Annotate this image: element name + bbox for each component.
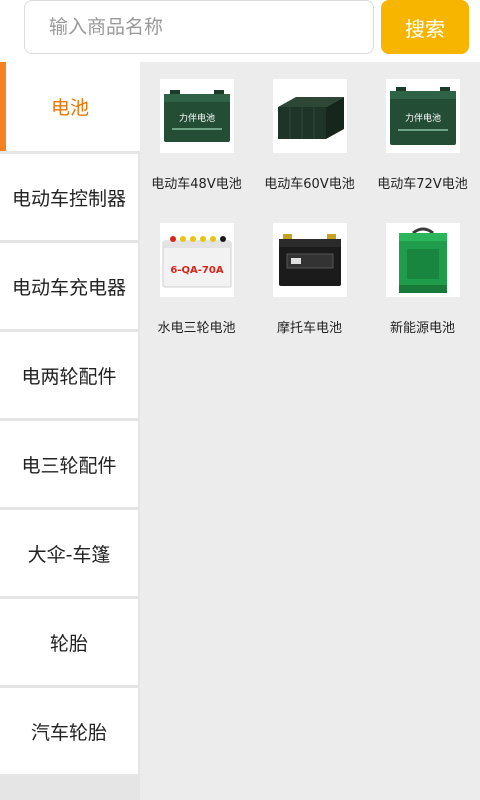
product-thumbnail: 力伴电池 (385, 79, 460, 153)
product-card[interactable]: 力伴电池 电动车48V电池 (140, 79, 253, 205)
active-indicator (0, 62, 6, 151)
search-button[interactable]: 搜索 (381, 0, 469, 54)
product-thumbnail (385, 223, 460, 297)
sidebar-item-label: 电动车充电器 (11, 276, 126, 299)
green-battery-icon: 力伴电池 (163, 90, 230, 142)
sidebar-item-charger[interactable]: 电动车充电器 (0, 243, 138, 329)
sidebar-item-label: 电两轮配件 (21, 365, 117, 388)
motorcycle-battery-icon (278, 234, 341, 286)
product-thumbnail: 6-QA-70A (159, 223, 234, 297)
sidebar-item-label: 电动车控制器 (11, 187, 126, 210)
battery-badge: 力伴电池 (404, 112, 440, 124)
sidebar-item-label: 大伞-车篷 (27, 543, 111, 566)
product-thumbnail (272, 79, 347, 153)
product-name: 新能源电池 (389, 321, 455, 336)
sidebar-item-label: 轮胎 (49, 632, 88, 655)
sidebar-item-controller[interactable]: 电动车控制器 (0, 154, 138, 240)
sidebar-item-label: 电池 (50, 97, 89, 119)
sidebar-item-label: 电三轮配件 (21, 454, 117, 477)
product-name: 电动车48V电池 (151, 177, 242, 192)
product-card[interactable]: 6-QA-70A 水电三轮电池 (140, 223, 253, 349)
product-thumbnail (272, 223, 347, 297)
sidebar-item-battery[interactable]: 电池 (0, 62, 140, 151)
sidebar-item-canopy[interactable]: 大伞-车篷 (0, 510, 138, 596)
green-box-battery-icon (398, 227, 447, 293)
sidebar-item-car-tires[interactable]: 汽车轮胎 (0, 688, 138, 774)
category-sidebar: 电池 电动车控制器 电动车充电器 电两轮配件 电三轮配件 大伞-车篷 轮胎 汽车… (0, 62, 140, 800)
white-battery-icon: 6-QA-70A (162, 236, 231, 288)
product-card[interactable]: 摩托车电池 (253, 223, 366, 349)
product-card[interactable]: 电动车60V电池 (253, 79, 366, 205)
sidebar-item-three-wheel-parts[interactable]: 电三轮配件 (0, 421, 138, 507)
app-root: 搜索 电池 电动车控制器 电动车充电器 电两轮配件 电三轮配件 大伞-车篷 轮胎… (0, 0, 480, 800)
battery-pack-icon (277, 97, 344, 139)
battery-badge: 6-QA-70A (170, 265, 223, 276)
product-thumbnail: 力伴电池 (159, 79, 234, 153)
product-name: 摩托车电池 (276, 321, 342, 336)
product-card[interactable]: 新能源电池 (366, 223, 479, 349)
green-battery-icon: 力伴电池 (389, 87, 456, 145)
header: 搜索 (0, 0, 480, 62)
sidebar-item-two-wheel-parts[interactable]: 电两轮配件 (0, 332, 138, 418)
product-grid: 力伴电池 电动车48V电池 电动车60V电池 力伴电池 电动车72V电池 6-Q… (140, 62, 480, 349)
product-name: 水电三轮电池 (157, 321, 236, 336)
battery-badge: 力伴电池 (178, 112, 214, 124)
sidebar-item-tires[interactable]: 轮胎 (0, 599, 138, 685)
product-panel: 力伴电池 电动车48V电池 电动车60V电池 力伴电池 电动车72V电池 6-Q… (140, 62, 480, 800)
product-name: 电动车72V电池 (377, 177, 468, 192)
search-input[interactable] (24, 0, 374, 54)
sidebar-item-label: 汽车轮胎 (30, 721, 107, 744)
product-name: 电动车60V电池 (264, 177, 355, 192)
product-card[interactable]: 力伴电池 电动车72V电池 (366, 79, 479, 205)
